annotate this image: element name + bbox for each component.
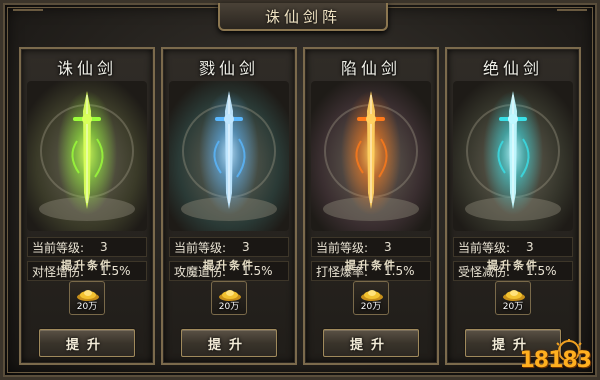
cost-amount: 20万 bbox=[218, 302, 240, 312]
sword-array-window: 诛仙剑阵 诛仙剑 当前等级: 3 对怪增伤: 1.5% 提升条件 20万 提升 … bbox=[0, 0, 600, 380]
sword-display bbox=[453, 81, 573, 231]
sword-icon bbox=[27, 81, 147, 231]
sword-panel: 诛仙剑 当前等级: 3 对怪增伤: 1.5% 提升条件 20万 提升 bbox=[19, 47, 155, 365]
cost-item[interactable]: 20万 bbox=[69, 281, 105, 315]
site-watermark: 18183 bbox=[511, 339, 592, 373]
level-row: 当前等级: 3 bbox=[169, 237, 289, 257]
cost-item[interactable]: 20万 bbox=[353, 281, 389, 315]
upgrade-condition-label: 提升条件 bbox=[345, 259, 397, 272]
level-value: 3 bbox=[242, 240, 250, 254]
cost-amount: 20万 bbox=[360, 302, 382, 312]
title-plate: 诛仙剑阵 bbox=[218, 3, 388, 31]
level-value: 3 bbox=[100, 240, 108, 254]
cost-item[interactable]: 20万 bbox=[495, 281, 531, 315]
sword-icon bbox=[453, 81, 573, 231]
level-value: 3 bbox=[526, 240, 534, 254]
corner-ornament-left bbox=[13, 9, 43, 27]
sword-display bbox=[169, 81, 289, 231]
level-label: 当前等级: bbox=[174, 240, 227, 255]
upgrade-button[interactable]: 提升 bbox=[39, 329, 135, 357]
sword-name: 绝仙剑 bbox=[482, 59, 543, 78]
window-title: 诛仙剑阵 bbox=[264, 7, 341, 26]
upgrade-condition-label: 提升条件 bbox=[203, 259, 255, 272]
watermark-text: 18183 bbox=[519, 348, 592, 373]
sword-icon bbox=[169, 81, 289, 231]
level-row: 当前等级: 3 bbox=[311, 237, 431, 257]
upgrade-condition-label: 提升条件 bbox=[487, 259, 539, 272]
level-label: 当前等级: bbox=[32, 240, 85, 255]
sword-icon bbox=[311, 81, 431, 231]
cost-item[interactable]: 20万 bbox=[211, 281, 247, 315]
sword-display bbox=[27, 81, 147, 231]
sword-name: 陷仙剑 bbox=[340, 59, 401, 78]
sword-panel: 绝仙剑 当前等级: 3 受怪减伤: 1.5% 提升条件 20万 提升 bbox=[445, 47, 581, 365]
upgrade-button[interactable]: 提升 bbox=[181, 329, 277, 357]
sword-name: 诛仙剑 bbox=[56, 59, 117, 78]
cost-amount: 20万 bbox=[76, 302, 98, 312]
sword-panel: 戮仙剑 当前等级: 3 攻魔道伤: 1.5% 提升条件 20万 提升 bbox=[161, 47, 297, 365]
cost-amount: 20万 bbox=[502, 302, 524, 312]
sword-display bbox=[311, 81, 431, 231]
level-row: 当前等级: 3 bbox=[453, 237, 573, 257]
level-value: 3 bbox=[384, 240, 392, 254]
sword-panel: 陷仙剑 当前等级: 3 打怪爆率: 1.5% 提升条件 20万 提升 bbox=[303, 47, 439, 365]
level-row: 当前等级: 3 bbox=[27, 237, 147, 257]
level-label: 当前等级: bbox=[316, 240, 369, 255]
upgrade-button[interactable]: 提升 bbox=[323, 329, 419, 357]
sword-name: 戮仙剑 bbox=[198, 59, 259, 78]
corner-ornament-right bbox=[557, 9, 587, 27]
level-label: 当前等级: bbox=[458, 240, 511, 255]
upgrade-condition-label: 提升条件 bbox=[61, 259, 113, 272]
